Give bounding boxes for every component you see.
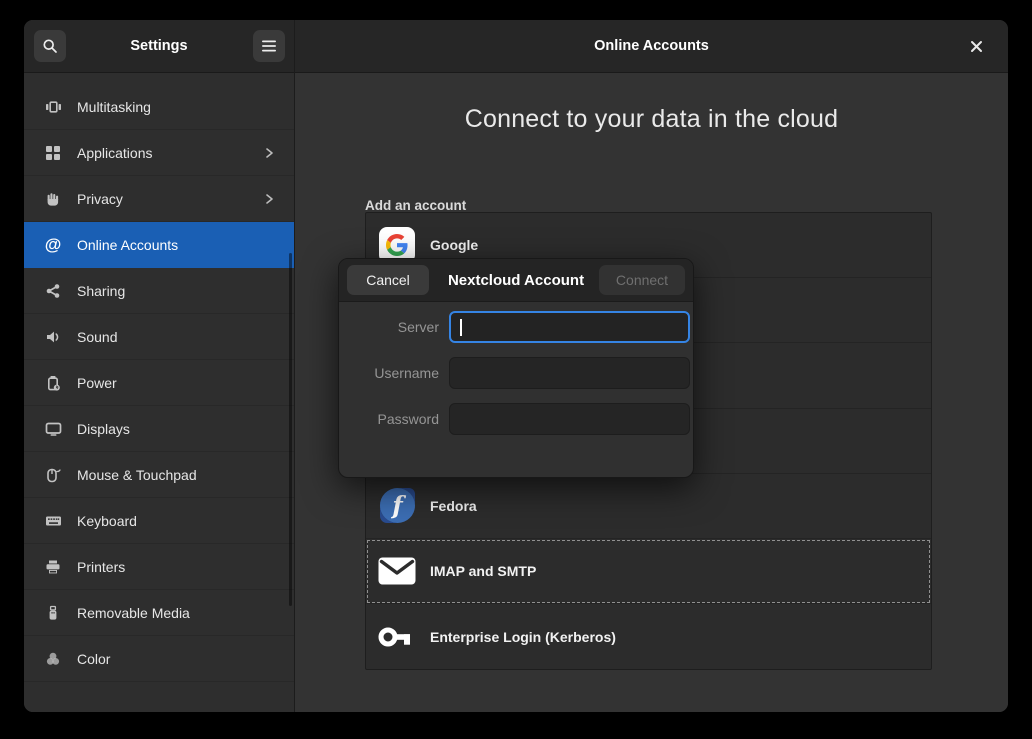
sidebar-item-mouse-touchpad[interactable]: Mouse & Touchpad — [24, 452, 294, 498]
account-row-label: Enterprise Login (Kerberos) — [430, 629, 616, 645]
password-input[interactable] — [449, 403, 690, 435]
account-row-label: IMAP and SMTP — [430, 563, 536, 579]
cancel-button[interactable]: Cancel — [347, 265, 429, 295]
sidebar-item-label: Color — [77, 651, 276, 667]
sidebar-item-printers[interactable]: Printers — [24, 544, 294, 590]
account-row-enterprise-login[interactable]: Enterprise Login (Kerberos) — [366, 604, 931, 669]
sidebar-item-color[interactable]: Color — [24, 636, 294, 682]
sidebar-item-label: Sharing — [77, 283, 276, 299]
sidebar-item-label: Privacy — [77, 191, 262, 207]
envelope-icon — [378, 552, 416, 590]
sidebar-item-removable-media[interactable]: Removable Media — [24, 590, 294, 636]
account-row-imap-smtp[interactable]: IMAP and SMTP — [366, 539, 931, 604]
username-field-row: Username — [339, 357, 693, 389]
username-input[interactable] — [449, 357, 690, 389]
desktop-background: Settings Online Accounts — [0, 0, 1032, 739]
mouse-icon — [44, 466, 62, 484]
monitor-icon — [44, 420, 62, 438]
sidebar-item-applications[interactable]: Applications — [24, 130, 294, 176]
primary-menu-button[interactable] — [253, 30, 285, 62]
account-row-label: Google — [430, 237, 478, 253]
sidebar-item-label: Multitasking — [77, 99, 276, 115]
sidebar-item-label: Power — [77, 375, 276, 391]
username-field-label: Username — [339, 357, 439, 389]
add-account-section-label: Add an account — [365, 198, 466, 213]
key-icon — [378, 618, 416, 656]
sidebar-item-label: Sound — [77, 329, 276, 345]
page-title: Connect to your data in the cloud — [295, 105, 1008, 134]
pane-divider — [294, 20, 295, 712]
sidebar-item-sound[interactable]: Sound — [24, 314, 294, 360]
printer-icon — [44, 558, 62, 576]
connect-button[interactable]: Connect — [599, 265, 685, 295]
server-field-row: Server — [339, 311, 693, 343]
server-input[interactable] — [449, 311, 690, 343]
account-row-label: Fedora — [430, 498, 477, 514]
sidebar: Multitasking Applications Privacy — [24, 73, 294, 712]
sidebar-item-displays[interactable]: Displays — [24, 406, 294, 452]
sidebar-item-power[interactable]: Power — [24, 360, 294, 406]
sidebar-item-label: Keyboard — [77, 513, 276, 529]
headerbar-left: Settings — [24, 20, 294, 72]
headerbar: Settings Online Accounts — [24, 20, 1008, 73]
sidebar-scrollbar[interactable] — [289, 253, 292, 606]
sidebar-item-label: Displays — [77, 421, 276, 437]
settings-window: Settings Online Accounts — [24, 20, 1008, 712]
multitasking-icon — [44, 98, 62, 116]
server-field-label: Server — [339, 311, 439, 343]
sidebar-item-privacy[interactable]: Privacy — [24, 176, 294, 222]
hamburger-menu-icon — [262, 40, 276, 52]
keyboard-icon — [44, 512, 62, 530]
speaker-icon — [44, 328, 62, 346]
at-symbol-icon: @ — [44, 236, 62, 254]
headerbar-right: Online Accounts — [295, 20, 1008, 72]
privacy-hand-icon — [44, 190, 62, 208]
fedora-logo-icon: f — [378, 487, 416, 525]
password-field-label: Password — [339, 403, 439, 435]
usb-drive-icon — [44, 604, 62, 622]
dialog-headerbar: Nextcloud Account Cancel Connect — [339, 259, 693, 302]
color-circles-icon — [44, 650, 62, 668]
applications-grid-icon — [44, 144, 62, 162]
chevron-right-icon — [262, 146, 276, 160]
sidebar-item-label: Printers — [77, 559, 276, 575]
search-button[interactable] — [34, 30, 66, 62]
sidebar-item-label: Removable Media — [77, 605, 276, 621]
sidebar-item-label: Mouse & Touchpad — [77, 467, 276, 483]
sidebar-item-label: Online Accounts — [77, 237, 276, 253]
sidebar-item-sharing[interactable]: Sharing — [24, 268, 294, 314]
search-icon — [42, 38, 58, 54]
password-field-row: Password — [339, 403, 693, 435]
sidebar-item-keyboard[interactable]: Keyboard — [24, 498, 294, 544]
account-row-fedora[interactable]: f Fedora — [366, 474, 931, 539]
sidebar-item-label: Applications — [77, 145, 262, 161]
window-title-right: Online Accounts — [295, 20, 1008, 72]
sidebar-list: Multitasking Applications Privacy — [24, 84, 294, 682]
sidebar-item-online-accounts[interactable]: @ Online Accounts — [24, 222, 294, 268]
close-button[interactable] — [962, 32, 990, 60]
chevron-right-icon — [262, 192, 276, 206]
close-icon — [970, 40, 983, 53]
share-nodes-icon — [44, 282, 62, 300]
text-cursor — [460, 319, 462, 336]
nextcloud-account-dialog: Nextcloud Account Cancel Connect Server … — [338, 258, 694, 478]
battery-icon — [44, 374, 62, 392]
sidebar-item-multitasking[interactable]: Multitasking — [24, 84, 294, 130]
